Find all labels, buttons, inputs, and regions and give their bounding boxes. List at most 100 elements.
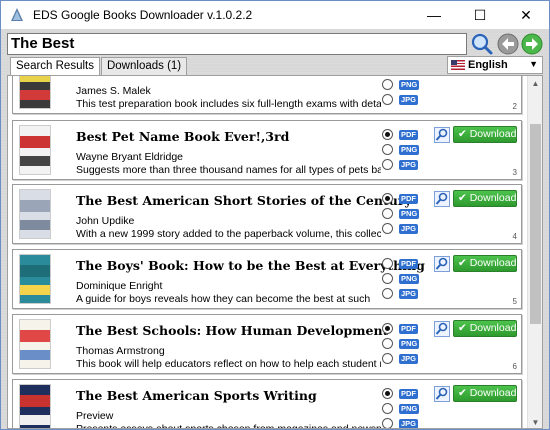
format-option-png[interactable]: PNG [382, 336, 422, 351]
result-index: 6 [512, 362, 517, 371]
format-radio-png[interactable] [382, 338, 393, 349]
download-button[interactable]: ✔ Download [453, 126, 517, 143]
result-item: The Best Schools: How Human Development T… [12, 314, 522, 374]
tab-search-results[interactable]: Search Results [10, 57, 100, 76]
format-option-pdf[interactable]: PDF [382, 386, 422, 401]
format-option-png[interactable]: PNG [382, 206, 422, 221]
scrollbar-thumb[interactable] [530, 124, 541, 324]
book-author: John Updike [76, 215, 135, 227]
result-item: The Boys' Book: How to be the Best at Ev… [12, 249, 522, 309]
book-title: The Boys' Book: How to be the Best at Ev… [76, 258, 425, 273]
format-option-pdf[interactable]: PDF [382, 321, 422, 336]
book-author: Thomas Armstrong [76, 345, 165, 357]
format-option-jpg[interactable]: JPG [382, 286, 422, 301]
language-select[interactable]: English ▼ [447, 56, 543, 74]
format-badge-png: PNG [399, 79, 420, 90]
format-badge-png: PNG [399, 403, 420, 414]
book-author: Wayne Bryant Eldridge [76, 151, 183, 163]
format-option-jpg[interactable]: JPG [382, 221, 422, 236]
book-cover-thumbnail[interactable] [19, 319, 51, 369]
result-index: 2 [512, 102, 517, 111]
format-options: PDF PNG JPG [382, 191, 422, 236]
format-badge-jpg: JPG [399, 418, 419, 428]
scroll-down-icon[interactable]: ▼ [528, 415, 542, 428]
result-item: Best Pet Name Book Ever!,3rd Wayne Bryant… [12, 120, 522, 180]
format-radio-jpg[interactable] [382, 353, 393, 364]
format-option-jpg[interactable]: JPG [382, 351, 422, 366]
download-button[interactable]: ✔ Download [453, 385, 517, 402]
format-option-pdf[interactable]: PDF [382, 256, 422, 271]
preview-magnifier-icon[interactable] [434, 321, 450, 337]
preview-magnifier-icon[interactable] [434, 256, 450, 272]
format-option-jpg[interactable]: JPG [382, 416, 422, 428]
back-arrow-icon[interactable] [497, 33, 519, 55]
forward-arrow-icon[interactable] [521, 33, 543, 55]
search-input[interactable]: The Best [7, 33, 467, 55]
format-radio-pdf[interactable] [382, 129, 393, 140]
format-radio-png[interactable] [382, 273, 393, 284]
book-cover-thumbnail[interactable] [19, 384, 51, 428]
format-radio-png[interactable] [382, 403, 393, 414]
cover-band [20, 136, 50, 148]
us-flag-icon [451, 60, 465, 70]
cover-band [20, 200, 50, 212]
minimize-button[interactable]: — [411, 1, 457, 29]
cover-band [20, 76, 50, 82]
format-radio-jpg[interactable] [382, 288, 393, 299]
format-options: PDF PNG JPG [382, 127, 422, 172]
format-radio-jpg[interactable] [382, 159, 393, 170]
format-badge-pdf: PDF [399, 323, 418, 334]
search-results-pane: James S. Malek This test preparation book… [7, 75, 543, 429]
book-cover-thumbnail[interactable] [19, 76, 51, 109]
format-options: PNG JPG [382, 77, 422, 107]
format-option-jpg[interactable]: JPG [382, 92, 422, 107]
format-radio-png[interactable] [382, 79, 393, 90]
format-badge-jpg: JPG [399, 159, 419, 170]
format-radio-png[interactable] [382, 144, 393, 155]
format-radio-jpg[interactable] [382, 94, 393, 105]
book-cover-thumbnail[interactable] [19, 189, 51, 239]
format-badge-png: PNG [399, 208, 420, 219]
close-button[interactable]: ✕ [503, 1, 549, 29]
format-badge-pdf: PDF [399, 193, 418, 204]
cover-band [20, 265, 50, 277]
format-radio-pdf[interactable] [382, 388, 393, 399]
preview-magnifier-icon[interactable] [434, 386, 450, 402]
cover-band [20, 395, 50, 407]
book-author: Preview [76, 410, 114, 422]
book-title: The Best American Short Stories of the C… [76, 193, 412, 208]
format-option-pdf[interactable]: PDF [382, 191, 422, 206]
preview-magnifier-icon[interactable] [434, 191, 450, 207]
vertical-scrollbar[interactable]: ▲ ▼ [527, 76, 542, 428]
format-radio-png[interactable] [382, 208, 393, 219]
format-radio-pdf[interactable] [382, 258, 393, 269]
format-radio-jpg[interactable] [382, 223, 393, 234]
format-badge-jpg: JPG [399, 288, 419, 299]
search-row: The Best [7, 33, 543, 57]
download-button[interactable]: ✔ Download [453, 190, 517, 207]
format-option-png[interactable]: PNG [382, 142, 422, 157]
scroll-up-icon[interactable]: ▲ [528, 76, 542, 91]
main-panel: The Best Search Results Downloads (1) En… [1, 29, 549, 429]
format-option-pdf[interactable]: PDF [382, 127, 422, 142]
format-radio-jpg[interactable] [382, 418, 393, 428]
search-icon[interactable] [471, 33, 493, 55]
book-cover-thumbnail[interactable] [19, 125, 51, 175]
format-option-png[interactable]: PNG [382, 271, 422, 286]
format-radio-pdf[interactable] [382, 193, 393, 204]
preview-magnifier-icon[interactable] [434, 127, 450, 143]
book-cover-thumbnail[interactable] [19, 254, 51, 304]
download-button[interactable]: ✔ Download [453, 320, 517, 337]
format-options: PDF PNG JPG [382, 321, 422, 366]
language-selected-value: English [468, 59, 508, 71]
tab-strip: Search Results Downloads (1) [10, 57, 188, 76]
download-button[interactable]: ✔ Download [453, 255, 517, 272]
format-option-jpg[interactable]: JPG [382, 157, 422, 172]
maximize-button[interactable]: ☐ [457, 1, 503, 29]
cover-band [20, 285, 50, 295]
format-badge-png: PNG [399, 338, 420, 349]
tab-downloads[interactable]: Downloads (1) [100, 57, 188, 75]
format-radio-pdf[interactable] [382, 323, 393, 334]
format-option-png[interactable]: PNG [382, 77, 422, 92]
format-option-png[interactable]: PNG [382, 401, 422, 416]
